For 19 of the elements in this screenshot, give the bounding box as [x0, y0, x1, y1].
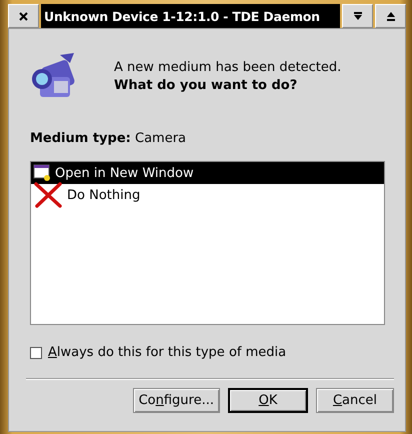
- checkbox-label: Always do this for this type of media: [48, 345, 286, 360]
- message-text: A new medium has been detected.: [114, 60, 342, 74]
- caret-down-icon: [352, 12, 362, 20]
- close-icon: [19, 12, 28, 20]
- window-title: Unknown Device 1-12:1.0 - TDE Daemon: [41, 4, 340, 28]
- dialog-button[interactable]: Cancel: [316, 388, 394, 413]
- cross-icon: [33, 182, 63, 208]
- question-text: What do you want to do?: [114, 78, 298, 92]
- action-item[interactable]: Open in New Window: [31, 162, 384, 184]
- close-button[interactable]: [8, 4, 39, 28]
- dialog-button[interactable]: OK: [228, 388, 308, 413]
- always-checkbox[interactable]: Always do this for this type of media: [30, 345, 394, 360]
- eject-button[interactable]: [375, 4, 406, 28]
- dialog-button[interactable]: Configure...: [132, 388, 220, 413]
- shade-button[interactable]: [342, 4, 373, 28]
- checkbox[interactable]: [30, 346, 42, 358]
- window-icon: [33, 164, 51, 182]
- eject-icon: [386, 12, 396, 20]
- medium-type-text: Medium type: Camera: [30, 131, 188, 146]
